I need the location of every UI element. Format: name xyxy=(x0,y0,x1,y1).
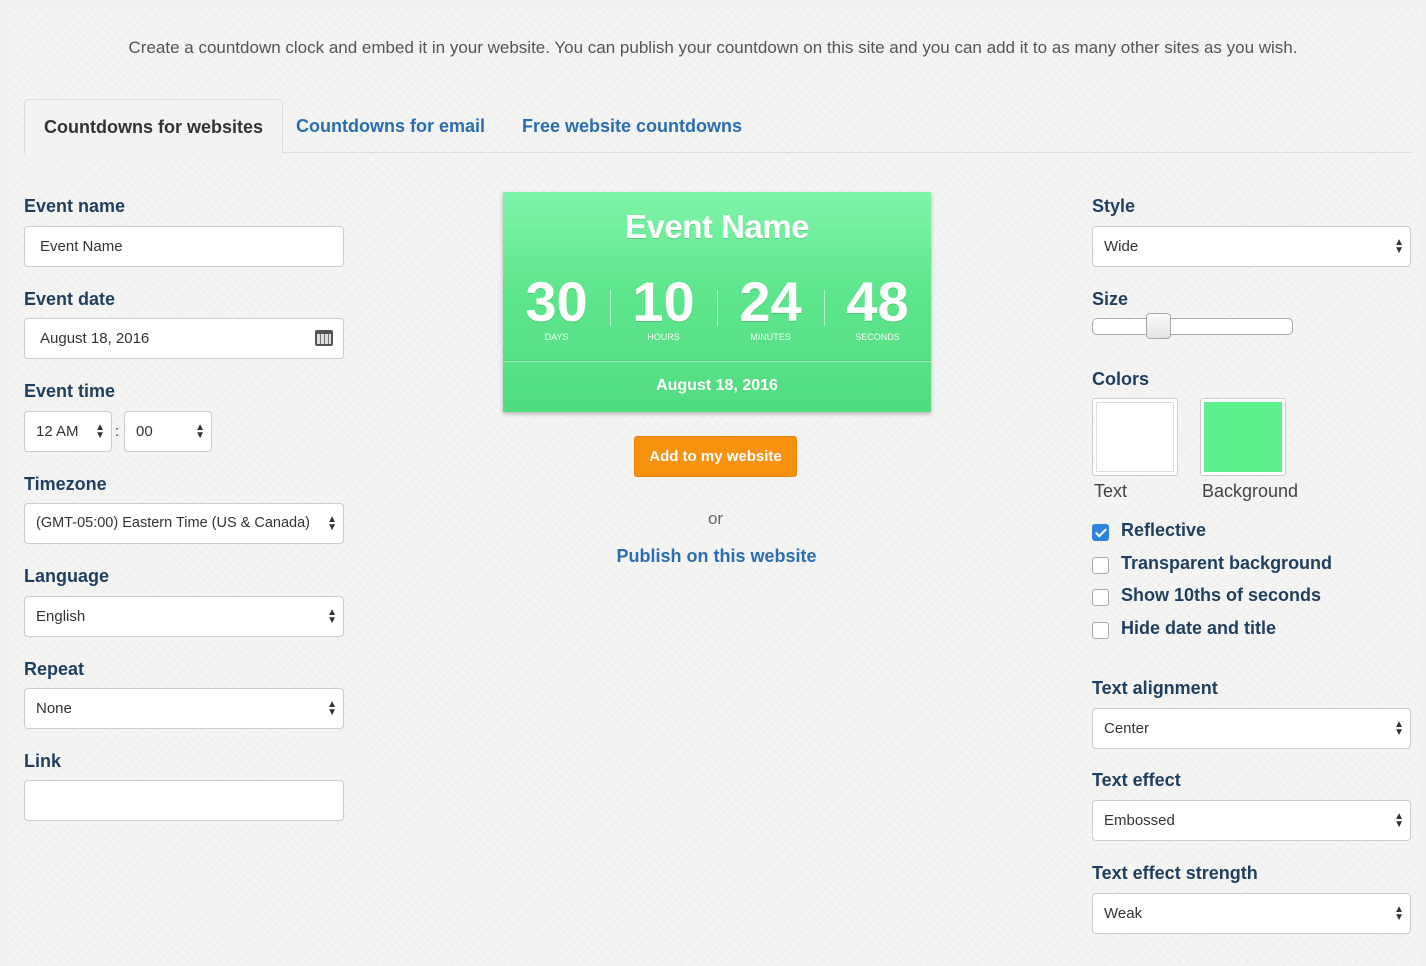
calendar-icon[interactable] xyxy=(315,330,333,346)
language-value: English xyxy=(36,608,86,625)
hours-label: HOURS xyxy=(647,332,680,342)
minutes-value: 24 xyxy=(739,270,802,333)
repeat-label: Repeat xyxy=(24,659,85,679)
event-date-input[interactable]: August 18, 2016 xyxy=(24,318,344,359)
text-alignment-value: Center xyxy=(1104,720,1150,737)
background-color-fill xyxy=(1204,402,1282,472)
text-color-swatch[interactable] xyxy=(1092,398,1178,476)
timezone-label: Timezone xyxy=(24,474,107,494)
background-color-swatch[interactable] xyxy=(1200,398,1286,476)
event-time-label: Event time xyxy=(24,381,116,401)
add-to-website-button[interactable]: Add to my website xyxy=(634,436,797,477)
event-name-input[interactable]: Event Name xyxy=(24,226,344,267)
text-alignment-label: Text alignment xyxy=(1092,678,1218,698)
text-effect-strength-select[interactable]: Weak ▲ ▼ xyxy=(1092,893,1411,934)
size-slider-track[interactable] xyxy=(1092,318,1293,335)
days-value: 30 xyxy=(525,270,588,333)
minute-select[interactable]: 00 ▲ ▼ xyxy=(124,411,212,452)
minute-value: 00 xyxy=(136,423,153,440)
text-alignment-select[interactable]: Center ▲ ▼ xyxy=(1092,708,1411,749)
seconds-unit: 48 SECONDS xyxy=(824,270,931,343)
repeat-select[interactable]: None ▲ ▼ xyxy=(24,688,344,729)
select-arrows-icon: ▲ ▼ xyxy=(327,514,337,533)
reflective-checkbox[interactable] xyxy=(1092,524,1109,541)
hour-select[interactable]: 12 AM ▲ ▼ xyxy=(24,411,112,452)
size-slider-handle[interactable] xyxy=(1146,313,1171,339)
text-color-label: Text xyxy=(1094,481,1128,501)
timezone-select[interactable]: (GMT-05:00) Eastern Time (US & Canada) ▲… xyxy=(24,503,344,544)
select-arrows-icon: ▲ ▼ xyxy=(1394,904,1404,923)
select-arrows-icon: ▲ ▼ xyxy=(1394,237,1404,256)
background-color-label: Background xyxy=(1202,481,1299,501)
style-label: Style xyxy=(1092,196,1136,216)
transparent-background-label[interactable]: Transparent background xyxy=(1121,553,1332,574)
preview-title: Event Name xyxy=(625,208,809,245)
text-effect-strength-label: Text effect strength xyxy=(1092,863,1258,883)
text-effect-strength-value: Weak xyxy=(1104,905,1143,922)
hour-value: 12 AM xyxy=(36,423,79,440)
repeat-value: None xyxy=(36,700,72,717)
size-label: Size xyxy=(1092,289,1129,309)
select-arrows-icon: ▲ ▼ xyxy=(95,422,105,441)
timezone-value: (GMT-05:00) Eastern Time (US & Canada) xyxy=(36,515,310,531)
language-label: Language xyxy=(24,566,110,586)
hours-unit: 10 HOURS xyxy=(610,270,717,343)
reflective-label[interactable]: Reflective xyxy=(1121,520,1206,541)
days-label: DAYS xyxy=(544,332,569,342)
seconds-value: 48 xyxy=(846,270,909,333)
select-arrows-icon: ▲ ▼ xyxy=(195,422,205,441)
link-label: Link xyxy=(24,751,62,771)
select-arrows-icon: ▲ ▼ xyxy=(1394,719,1404,738)
publish-link[interactable]: Publish on this website xyxy=(560,546,873,567)
days-unit: 30 DAYS xyxy=(503,270,610,343)
colors-label: Colors xyxy=(1092,369,1150,389)
hours-value: 10 xyxy=(632,270,695,333)
text-effect-label: Text effect xyxy=(1092,770,1181,790)
event-name-label: Event name xyxy=(24,196,126,216)
time-separator: : xyxy=(115,423,120,440)
seconds-label: SECONDS xyxy=(855,332,900,342)
transparent-background-checkbox[interactable] xyxy=(1092,557,1109,574)
tab-bar: Countdowns for websites Countdowns for e… xyxy=(24,99,1411,154)
event-date-value: August 18, 2016 xyxy=(40,330,150,347)
text-color-fill xyxy=(1096,402,1174,472)
select-arrows-icon: ▲ ▼ xyxy=(327,699,337,718)
text-effect-select[interactable]: Embossed ▲ ▼ xyxy=(1092,800,1411,841)
or-text: or xyxy=(707,509,724,528)
text-effect-value: Embossed xyxy=(1104,812,1175,829)
preview-divider xyxy=(503,361,931,362)
show-tenths-label[interactable]: Show 10ths of seconds xyxy=(1121,585,1321,606)
minutes-unit: 24 MINUTES xyxy=(717,270,824,343)
event-date-label: Event date xyxy=(24,289,116,309)
select-arrows-icon: ▲ ▼ xyxy=(327,607,337,626)
tab-free-website-countdowns[interactable]: Free website countdowns xyxy=(503,99,761,153)
countdown-preview: Event Name 30 DAYS 10 HOURS 24 MINUTES 4… xyxy=(503,192,931,412)
language-select[interactable]: English ▲ ▼ xyxy=(24,596,344,637)
intro-text: Create a countdown clock and embed it in… xyxy=(128,38,1298,57)
style-value: Wide xyxy=(1104,238,1139,255)
link-input[interactable] xyxy=(24,780,344,821)
select-arrows-icon: ▲ ▼ xyxy=(1394,811,1404,830)
minutes-label: MINUTES xyxy=(750,332,791,342)
preview-date: August 18, 2016 xyxy=(656,377,778,394)
tab-countdowns-for-websites[interactable]: Countdowns for websites xyxy=(24,99,284,154)
hide-date-title-checkbox[interactable] xyxy=(1092,622,1109,639)
tab-countdowns-for-email[interactable]: Countdowns for email xyxy=(277,99,504,153)
show-tenths-checkbox[interactable] xyxy=(1092,589,1109,606)
hide-date-title-label[interactable]: Hide date and title xyxy=(1121,618,1276,639)
style-select[interactable]: Wide ▲ ▼ xyxy=(1092,226,1411,267)
